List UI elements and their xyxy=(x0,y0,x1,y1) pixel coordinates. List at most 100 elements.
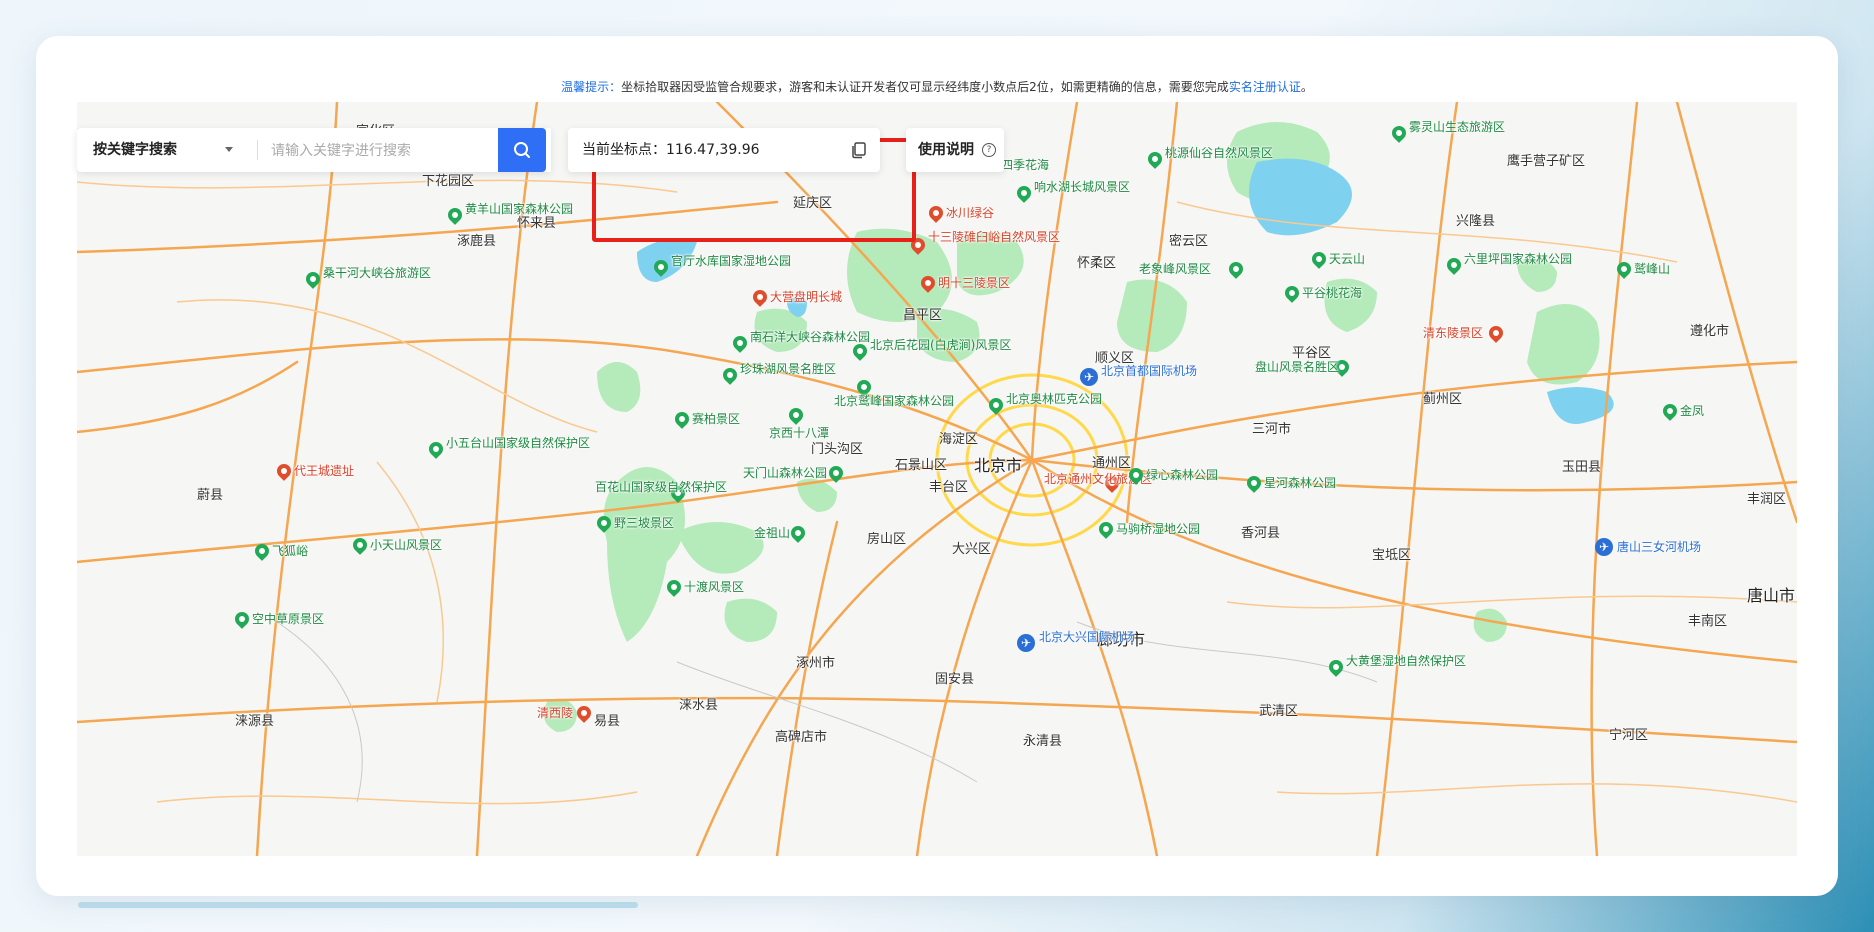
scenic-jiufengshan[interactable]: 鹫峰山 xyxy=(1634,262,1670,277)
scenic-xiangshuihu[interactable]: 响水湖长城风景区 xyxy=(1034,180,1130,195)
label-yingshouyingzi: 鹰手营子矿区 xyxy=(1507,154,1586,169)
label-zunhua: 遵化市 xyxy=(1690,324,1730,339)
scenic-bingchuan[interactable]: 冰川绿谷 xyxy=(946,206,994,221)
label-baodi: 宝坻区 xyxy=(1372,548,1412,563)
label-changping: 昌平区 xyxy=(903,308,943,323)
scenic-tianmenshan[interactable]: 天门山森林公园 xyxy=(743,466,827,481)
scenic-pinggutaohuahai[interactable]: 平谷桃花海 xyxy=(1302,286,1362,301)
coordinate-label: 当前坐标点： xyxy=(582,142,666,158)
label-fengnan: 丰南区 xyxy=(1688,614,1728,629)
scenic-laoxiangfeng[interactable]: 老象峰风景区 xyxy=(1139,262,1211,277)
airport-plane-icon[interactable]: ✈ xyxy=(1017,634,1035,652)
label-yutian: 玉田县 xyxy=(1562,460,1602,475)
scenic-nanshiyang[interactable]: 南石洋大峡谷森林公园 xyxy=(750,330,870,345)
search-input[interactable] xyxy=(269,136,493,166)
airport-sannvhe[interactable]: 唐山三女河机场 xyxy=(1617,540,1701,555)
label-yongqing: 永清县 xyxy=(1023,734,1063,749)
scenic-sangganhe[interactable]: 桑干河大峡谷旅游区 xyxy=(323,266,431,281)
scenic-qingdongling[interactable]: 清东陵景区 xyxy=(1423,326,1483,341)
scenic-xiaotianshan[interactable]: 小天山风景区 xyxy=(370,538,442,553)
scenic-wulingshan[interactable]: 雾灵山生态旅游区 xyxy=(1409,120,1505,135)
scenic-shidu[interactable]: 十渡风景区 xyxy=(684,580,744,595)
scenic-olympic[interactable]: 北京奥林匹克公园 xyxy=(1006,392,1102,407)
page-bg-strip xyxy=(78,902,638,908)
scenic-guanting[interactable]: 官厅水库国家湿地公园 xyxy=(671,254,791,269)
keyword-search-bar: 按关键字搜索 xyxy=(77,128,551,172)
coordinate-text: 当前坐标点：116.47,39.96 xyxy=(582,128,760,172)
scenic-lvxin[interactable]: 绿心森林公园 xyxy=(1146,468,1218,483)
map-canvas[interactable]: 宣化区 下花园区 怀来县 涿鹿县 延庆区 昌平区 怀柔区 密云区 兴隆县 鹰手营… xyxy=(77,102,1797,856)
label-tangshan-city: 唐山市 xyxy=(1747,586,1796,605)
scenic-jinfeng[interactable]: 金凤 xyxy=(1680,404,1704,419)
scenic-yesanpo[interactable]: 野三坡景区 xyxy=(614,516,674,531)
current-coordinate-box: 当前坐标点：116.47,39.96 xyxy=(568,128,880,172)
scenic-sijihuahai[interactable]: 四季花海 xyxy=(1001,158,1049,173)
label-laishui: 涞水县 xyxy=(679,698,719,713)
scenic-dahuangpu[interactable]: 大黄堡湿地自然保护区 xyxy=(1346,654,1466,669)
scenic-jinzushan[interactable]: 金祖山 xyxy=(754,526,790,541)
scenic-jiufeng[interactable]: 北京鹫峰国家森林公园 xyxy=(834,394,954,409)
notice-body: 坐标拾取器因受监管合规要求，游客和未认证开发者仅可显示经纬度小数点后2位，如需更… xyxy=(621,80,1229,94)
notice-prefix: 温馨提示： xyxy=(561,80,622,94)
label-fangshan: 房山区 xyxy=(867,532,907,547)
scenic-dayingpan[interactable]: 大营盘明长城 xyxy=(770,290,842,305)
usage-help-button[interactable]: 使用说明 ? xyxy=(906,128,1004,172)
label-miyun: 密云区 xyxy=(1169,234,1209,249)
scenic-xiaowutai[interactable]: 小五台山国家级自然保护区 xyxy=(446,436,590,451)
scenic-feihuyu[interactable]: 飞狐峪 xyxy=(272,544,308,559)
scenic-liuliping[interactable]: 六里坪国家森林公园 xyxy=(1464,252,1572,267)
scenic-zhenzhuhu[interactable]: 珍珠湖风景名胜区 xyxy=(740,362,836,377)
scenic-baihuashan[interactable]: 百花山国家级自然保护区 xyxy=(595,480,727,495)
label-tongzhou: 通州区 xyxy=(1092,456,1132,471)
coordinate-value: 116.47,39.96 xyxy=(666,142,760,158)
scenic-kongzhongcaoyuan[interactable]: 空中草原景区 xyxy=(252,612,324,627)
label-xiahuayuan: 下花园区 xyxy=(422,174,475,189)
label-beijing-city: 北京市 xyxy=(974,456,1023,475)
search-divider xyxy=(257,140,258,160)
scenic-qingxiling[interactable]: 清西陵 xyxy=(537,706,573,721)
scenic-panshan[interactable]: 盘山风景名胜区 xyxy=(1255,360,1339,375)
label-xianghe: 香河县 xyxy=(1241,526,1281,541)
label-gaobeidian: 高碑店市 xyxy=(775,730,828,745)
realname-link[interactable]: 实名注册认证 xyxy=(1229,80,1301,94)
label-guan: 固安县 xyxy=(935,672,975,687)
compliance-notice: 温馨提示：坐标拾取器因受监管合规要求，游客和未认证开发者仅可显示经纬度小数点后2… xyxy=(36,78,1838,95)
label-shijingshan: 石景山区 xyxy=(895,458,948,473)
scenic-tianyunshan[interactable]: 天云山 xyxy=(1329,252,1365,267)
scenic-huangyangshan[interactable]: 黄羊山国家森林公园 xyxy=(465,202,573,217)
label-ninghe: 宁河区 xyxy=(1609,728,1649,743)
scenic-shisanling-duijiu[interactable]: 十三陵碓臼峪自然风景区 xyxy=(928,230,1060,245)
scenic-saibai[interactable]: 赛柏景区 xyxy=(692,412,740,427)
airport-capital[interactable]: 北京首都国际机场 xyxy=(1101,364,1197,379)
scenic-jingxi18tan[interactable]: 京西十八潭 xyxy=(769,426,829,441)
label-sanhe: 三河市 xyxy=(1252,422,1292,437)
notice-suffix: 。 xyxy=(1300,80,1313,94)
label-yuxian: 蔚县 xyxy=(197,488,224,503)
scenic-xinghe[interactable]: 星河森林公园 xyxy=(1264,476,1336,491)
label-zhuolu: 涿鹿县 xyxy=(457,234,497,249)
scenic-houhuayuan[interactable]: 北京后花园(白虎涧)风景区 xyxy=(870,338,1011,353)
label-jizhou: 蓟州区 xyxy=(1423,392,1463,407)
label-huairou: 怀柔区 xyxy=(1077,256,1117,271)
search-mode-dropdown[interactable]: 按关键字搜索 xyxy=(93,128,177,172)
search-icon xyxy=(514,142,530,158)
copy-icon[interactable] xyxy=(850,141,868,159)
help-label: 使用说明 xyxy=(918,142,974,158)
scenic-daiwangcheng[interactable]: 代王城遗址 xyxy=(294,464,354,479)
label-yixian: 易县 xyxy=(594,714,621,729)
label-pinggu: 平谷区 xyxy=(1292,346,1332,361)
chevron-down-icon[interactable] xyxy=(225,147,233,152)
label-zhuozhou: 涿州市 xyxy=(796,656,836,671)
label-daxing: 大兴区 xyxy=(952,542,992,557)
question-circle-icon: ? xyxy=(982,143,996,157)
search-button[interactable] xyxy=(498,128,546,172)
airport-daxing[interactable]: 北京大兴国际机场 xyxy=(1039,630,1135,645)
label-haidian: 海淀区 xyxy=(939,432,979,447)
scenic-majuqiao[interactable]: 马驹桥湿地公园 xyxy=(1116,522,1200,537)
scenic-ming-tombs[interactable]: 明十三陵景区 xyxy=(938,276,1010,291)
airport-plane-icon[interactable]: ✈ xyxy=(1595,538,1613,556)
scenic-taoyuanxiangu[interactable]: 桃源仙谷自然风景区 xyxy=(1165,146,1273,161)
airport-plane-icon[interactable]: ✈ xyxy=(1080,368,1098,386)
label-fengtai: 丰台区 xyxy=(929,480,969,495)
label-laiyuan: 涞源县 xyxy=(235,714,275,729)
